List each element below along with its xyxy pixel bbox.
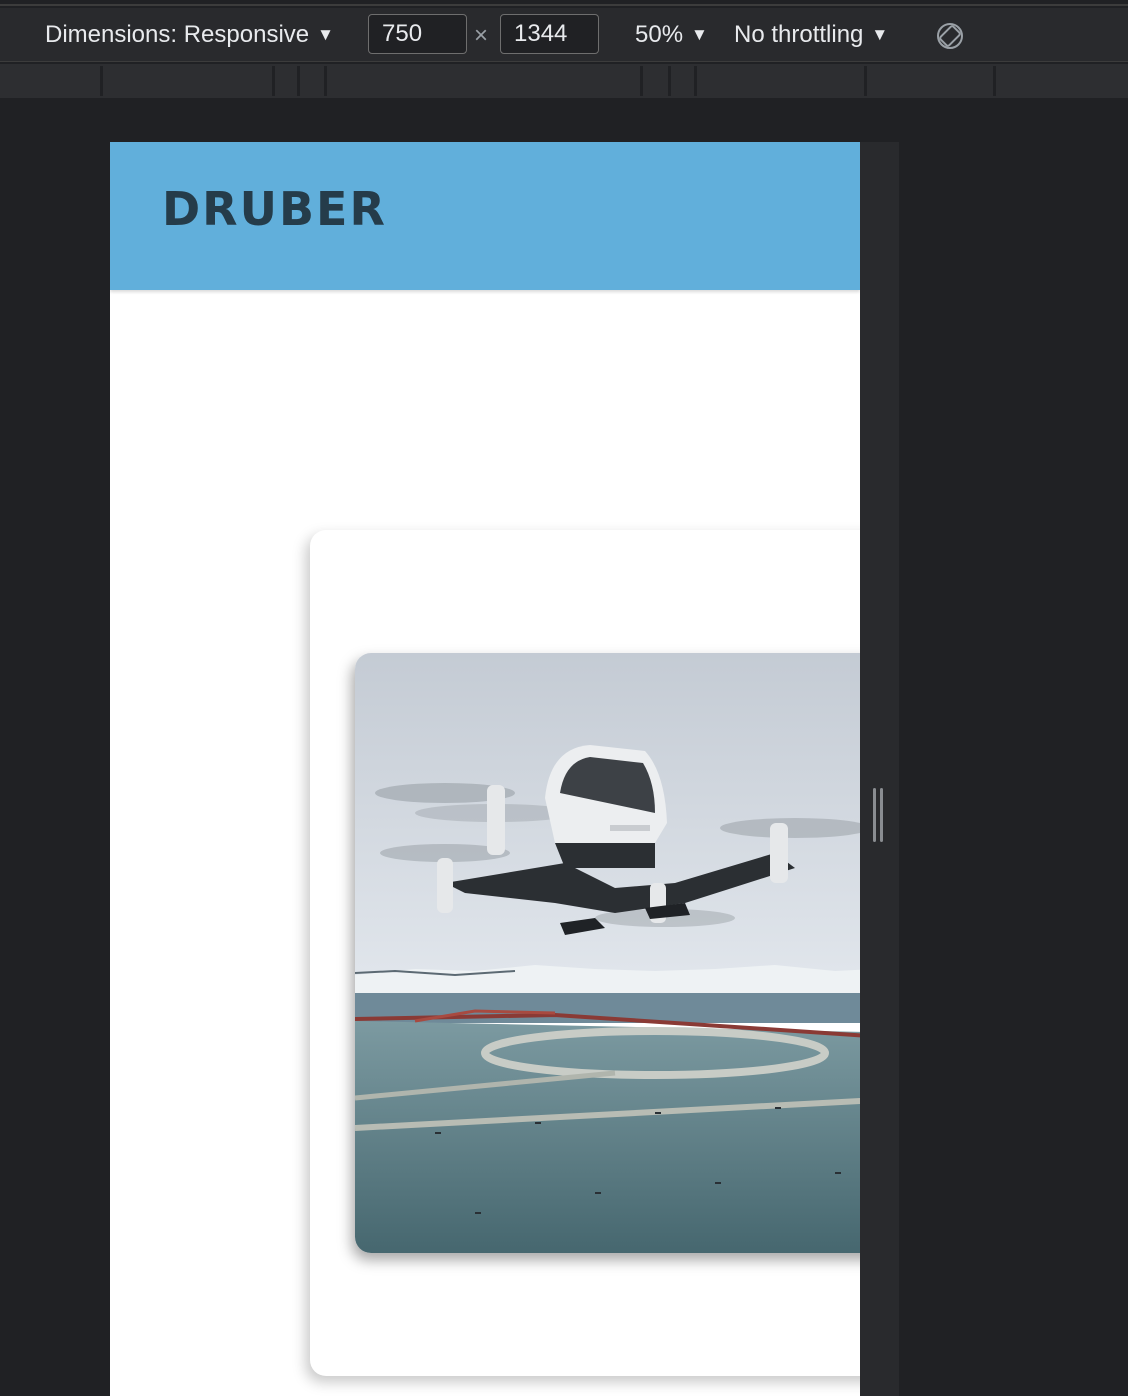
chevron-down-icon: ▼ — [691, 25, 708, 44]
site-header: DRUBER — [110, 142, 860, 290]
ruler-divider — [864, 66, 867, 96]
device-toolbar: Dimensions: Responsive ▼ 750 × 1344 50% ▼ … — [0, 8, 1128, 62]
rotate-device-icon[interactable] — [934, 20, 966, 52]
ruler-divider — [993, 66, 996, 96]
viewport-right-edge — [860, 142, 899, 1396]
width-input[interactable]: 750 — [368, 14, 467, 54]
drone-photo — [355, 653, 860, 1253]
ruler-divider — [694, 66, 697, 96]
resize-handle[interactable] — [873, 788, 885, 842]
hero-card — [310, 530, 860, 1376]
dimensions-label: Dimensions: Responsive — [45, 21, 310, 48]
chevron-down-icon: ▼ — [871, 25, 889, 44]
throttling-label: No throttling — [734, 21, 864, 48]
ruler-divider — [324, 66, 327, 96]
ruler-divider — [640, 66, 643, 96]
throttling-dropdown[interactable]: No throttling ▼ — [734, 8, 888, 62]
dimensions-dropdown[interactable]: Dimensions: Responsive ▼ — [45, 8, 334, 62]
brand-logo[interactable]: DRUBER — [162, 182, 387, 236]
ruler-divider — [100, 66, 103, 96]
chevron-down-icon: ▼ — [317, 25, 334, 44]
emulated-viewport: DRUBER — [110, 142, 860, 1396]
height-input[interactable]: 1344 — [500, 14, 599, 54]
ruler-divider — [668, 66, 671, 96]
zoom-label: 50% — [635, 21, 684, 48]
ruler-divider — [297, 66, 300, 96]
times-icon: × — [474, 22, 489, 49]
zoom-dropdown[interactable]: 50% ▼ — [635, 8, 708, 62]
media-query-ruler — [0, 64, 1128, 98]
hero-image — [355, 653, 860, 1253]
devtools-top-border — [0, 0, 1128, 6]
ruler-divider — [272, 66, 275, 96]
